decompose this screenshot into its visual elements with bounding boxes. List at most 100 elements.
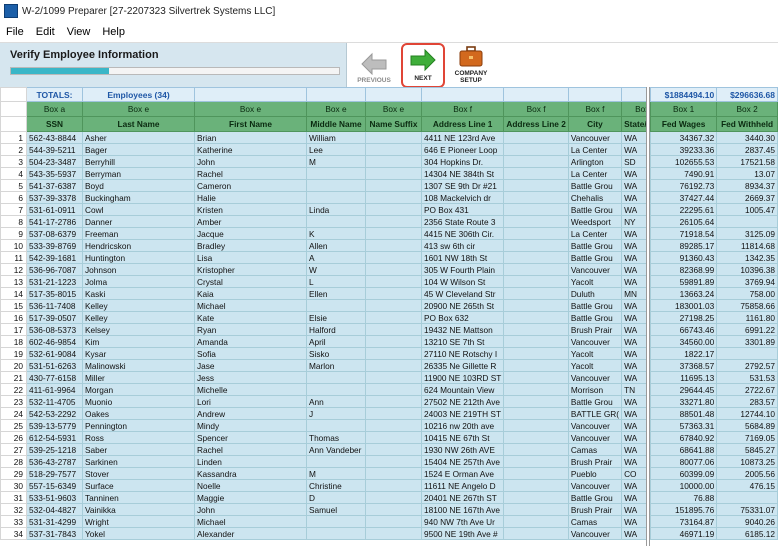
cell-ssn[interactable]: 539-13-5779 — [26, 419, 83, 432]
cell-last[interactable]: Saber — [82, 443, 195, 456]
cell-wages[interactable]: 37368.57 — [649, 359, 718, 372]
cell-city[interactable]: Vancouver — [567, 527, 623, 540]
cell-wages[interactable]: 67840.92 — [649, 431, 718, 444]
cell-last[interactable]: Muonio — [82, 395, 195, 408]
table-row[interactable]: 68641.88 5845.27 — [649, 443, 778, 456]
cell-addr1[interactable]: 1307 SE 9th Dr #21 — [420, 179, 505, 192]
table-row[interactable]: 5 541-37-6387 Boyd Cameron 1307 SE 9th Dr #2… — [0, 179, 664, 192]
cell-addr1[interactable]: 1930 NW 26th AVE — [420, 443, 505, 456]
cell-withheld[interactable]: 2792.57 — [716, 359, 778, 372]
cell-city[interactable]: Arlington — [567, 155, 623, 168]
cell-addr1[interactable]: 646 E Pioneer Loop — [420, 143, 505, 156]
cell-last[interactable]: Hendricskon — [82, 239, 195, 252]
cell-addr1[interactable]: 10216 nw 20th ave — [420, 419, 505, 432]
cell-middle[interactable]: Linda — [306, 203, 366, 216]
table-row[interactable]: 29644.45 2722.67 — [649, 383, 778, 396]
cell-addr2[interactable] — [503, 515, 569, 528]
cell-addr2[interactable] — [503, 167, 569, 180]
cell-addr1[interactable]: 19432 NE Mattson — [420, 323, 505, 336]
row-number[interactable]: 33 — [0, 515, 27, 528]
row-number[interactable]: 22 — [0, 383, 27, 396]
cell-suffix[interactable] — [365, 263, 422, 276]
cell-wages[interactable]: 89285.17 — [649, 239, 718, 252]
cell-city[interactable]: Vancouver — [567, 131, 623, 144]
next-button[interactable]: NEXT — [401, 43, 445, 88]
cell-first[interactable]: Maggie — [194, 491, 307, 504]
cell-first[interactable]: Kaia — [194, 287, 307, 300]
row-number[interactable]: 32 — [0, 503, 27, 516]
cell-addr2[interactable] — [503, 395, 569, 408]
cell-withheld[interactable]: 5845.27 — [716, 443, 778, 456]
cell-ssn[interactable]: 557-15-6349 — [26, 479, 83, 492]
cell-middle[interactable] — [306, 383, 366, 396]
column-header-city[interactable]: City — [567, 116, 623, 132]
table-row[interactable]: 76.88 — [649, 491, 778, 504]
row-number[interactable]: 10 — [0, 239, 27, 252]
cell-addr2[interactable] — [503, 503, 569, 516]
row-number[interactable]: 5 — [0, 179, 27, 192]
cell-wages[interactable]: 102655.53 — [649, 155, 718, 168]
cell-wages[interactable]: 37427.44 — [649, 191, 718, 204]
cell-suffix[interactable] — [365, 359, 422, 372]
table-row[interactable]: 12 536-96-7087 Johnson Kristopher W 305 W Fou… — [0, 263, 664, 276]
cell-withheld[interactable]: 1005.47 — [716, 203, 778, 216]
cell-ssn[interactable]: 531-61-0911 — [26, 203, 83, 216]
table-row[interactable]: 18 602-46-9854 Kim Amanda April 13210 SE 7th … — [0, 335, 664, 348]
cell-wages[interactable]: 34560.00 — [649, 335, 718, 348]
cell-city[interactable]: Vancouver — [567, 371, 623, 384]
cell-middle[interactable]: D — [306, 491, 366, 504]
table-row[interactable]: 27198.25 1161.80 — [649, 311, 778, 324]
table-row[interactable]: 19 532-61-9084 Kysar Sofia Sisko 27110 NE Rot… — [0, 347, 664, 360]
cell-last[interactable]: Tanninen — [82, 491, 195, 504]
table-row[interactable]: 25 539-13-5779 Pennington Mindy 10216 nw 20t… — [0, 419, 664, 432]
row-number[interactable]: 16 — [0, 311, 27, 324]
cell-addr1[interactable]: 27110 NE Rotschy I — [420, 347, 505, 360]
cell-withheld[interactable]: 75858.66 — [716, 299, 778, 312]
cell-suffix[interactable] — [365, 299, 422, 312]
table-row[interactable]: 1822.17 — [649, 347, 778, 360]
cell-middle[interactable] — [306, 167, 366, 180]
cell-addr1[interactable]: 45 W Cleveland Str — [420, 287, 505, 300]
table-row[interactable]: 102655.53 17521.58 — [649, 155, 778, 168]
cell-wages[interactable]: 10000.00 — [649, 479, 718, 492]
cell-wages[interactable]: 39233.36 — [649, 143, 718, 156]
cell-last[interactable]: Oakes — [82, 407, 195, 420]
row-number[interactable]: 25 — [0, 419, 27, 432]
cell-addr1[interactable]: 15404 NE 257th Ave — [420, 455, 505, 468]
table-row[interactable]: 37368.57 2792.57 — [649, 359, 778, 372]
cell-addr2[interactable] — [503, 215, 569, 228]
cell-first[interactable]: Cameron — [194, 179, 307, 192]
row-number[interactable]: 26 — [0, 431, 27, 444]
cell-first[interactable]: Mindy — [194, 419, 307, 432]
row-number[interactable]: 31 — [0, 491, 27, 504]
cell-ssn[interactable]: 536-08-5373 — [26, 323, 83, 336]
cell-middle[interactable]: Ann Vandeber — [306, 443, 366, 456]
table-row[interactable]: 6 537-39-3378 Buckingham Halie 108 Mackelvic… — [0, 191, 664, 204]
table-row[interactable]: 29 518-29-7577 Stover Kassandra M 1524 E Orma… — [0, 467, 664, 480]
cell-city[interactable]: Vancouver — [567, 263, 623, 276]
cell-first[interactable]: Kate — [194, 311, 307, 324]
cell-middle[interactable] — [306, 371, 366, 384]
cell-withheld[interactable]: 1342.35 — [716, 251, 778, 264]
table-row[interactable]: 14 517-35-8015 Kaski Kaia Ellen 45 W Clevelan… — [0, 287, 664, 300]
table-row[interactable]: 16 517-39-0507 Kelley Kate Elsie PO Box 632 Ba… — [0, 311, 664, 324]
cell-city[interactable]: Battle Grou — [567, 203, 623, 216]
cell-last[interactable]: Berryhill — [82, 155, 195, 168]
cell-ssn[interactable]: 517-39-0507 — [26, 311, 83, 324]
cell-last[interactable]: Danner — [82, 215, 195, 228]
cell-first[interactable]: Amanda — [194, 335, 307, 348]
row-number[interactable]: 27 — [0, 443, 27, 456]
cell-last[interactable]: Yokel — [82, 527, 195, 540]
cell-suffix[interactable] — [365, 491, 422, 504]
cell-last[interactable]: Berryman — [82, 167, 195, 180]
table-row[interactable]: 151895.76 75331.07 — [649, 503, 778, 516]
cell-middle[interactable]: Lee — [306, 143, 366, 156]
cell-addr2[interactable] — [503, 203, 569, 216]
row-number[interactable]: 9 — [0, 227, 27, 240]
column-header-name-suffix[interactable]: Name Suffix — [365, 116, 422, 132]
cell-addr2[interactable] — [503, 323, 569, 336]
cell-city[interactable]: Vancouver — [567, 335, 623, 348]
column-header-last-name[interactable]: Last Name — [82, 116, 195, 132]
cell-wages[interactable]: 82368.99 — [649, 263, 718, 276]
cell-city[interactable]: Brush Prair — [567, 503, 623, 516]
